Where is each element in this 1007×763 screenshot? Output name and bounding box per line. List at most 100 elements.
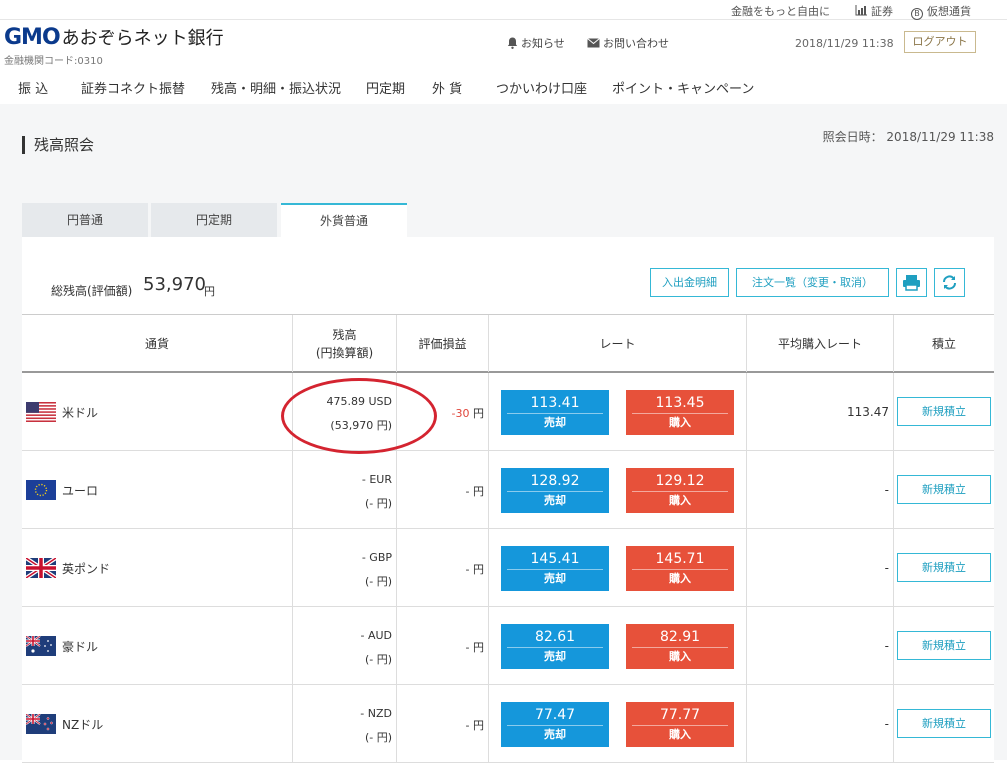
balance-amount: - GBP (361, 551, 392, 564)
uk-flag-icon (26, 558, 56, 578)
order-list-button[interactable]: 注文一覧（変更・取消） (736, 268, 889, 297)
avg-rate-value: - (884, 561, 889, 575)
refresh-icon (942, 275, 957, 290)
profit-loss-cell: - 円 (397, 529, 489, 606)
sell-label: 売却 (544, 728, 566, 741)
currency-name: 米ドル (62, 406, 99, 420)
nav-points-campaign[interactable]: ポイント・キャンペーン (612, 78, 754, 97)
currency-cell: ユーロ (22, 451, 293, 528)
avg-rate-cell: - (747, 607, 894, 684)
currency-name: 英ポンド (62, 562, 111, 576)
buy-button[interactable]: 82.91 購入 (626, 624, 734, 669)
profit-loss-number: -30 (451, 407, 470, 420)
tab-foreign-ordinary[interactable]: 外貨普通 (281, 203, 407, 237)
buy-button[interactable]: 113.45 購入 (626, 390, 734, 435)
contact-link[interactable]: お問い合わせ (587, 35, 669, 51)
col-currency: 通貨 (22, 315, 293, 372)
sell-rate: 82.61 (507, 624, 603, 648)
savings-cell: 新規積立 (894, 607, 994, 684)
col-balance-line1: 残高 (332, 327, 357, 342)
avg-rate-value: - (884, 483, 889, 497)
tab-yen-time-deposit[interactable]: 円定期 (151, 203, 277, 237)
avg-rate-cell: 113.47 (747, 373, 894, 450)
avg-rate-value: - (884, 639, 889, 653)
bank-logo[interactable]: GMO あおぞらネット銀行 (4, 24, 224, 50)
nav-foreign-currency[interactable]: 外 貨 (432, 78, 462, 97)
mail-icon (587, 38, 600, 48)
profit-loss-unit: 円 (469, 719, 484, 732)
profit-loss-unit: 円 (469, 407, 484, 420)
sell-button[interactable]: 128.92 売却 (501, 468, 609, 513)
sell-button[interactable]: 82.61 売却 (501, 624, 609, 669)
new-savings-button[interactable]: 新規積立 (897, 475, 991, 504)
total-balance-label: 総残高(評価額) (51, 284, 133, 298)
transaction-details-button[interactable]: 入出金明細 (650, 268, 729, 297)
print-button[interactable] (896, 268, 927, 297)
rate-cell: 82.61 売却 82.91 購入 (489, 607, 747, 684)
new-savings-button[interactable]: 新規積立 (897, 397, 991, 426)
nav-balance-details[interactable]: 残高・明細・振込状況 (211, 78, 341, 97)
bell-icon (507, 37, 518, 49)
total-balance-value: 53,970 (143, 274, 206, 295)
profit-loss-unit: 円 (469, 485, 484, 498)
sell-label: 売却 (544, 416, 566, 429)
new-savings-button[interactable]: 新規積立 (897, 709, 991, 738)
chart-icon (855, 5, 867, 16)
new-savings-button[interactable]: 新規積立 (897, 631, 991, 660)
logout-button[interactable]: ログアウト (904, 31, 976, 53)
logo-mark: GMO (4, 25, 61, 50)
tagline-link[interactable]: 金融をもっと自由に (731, 3, 830, 19)
sell-rate: 128.92 (507, 468, 603, 492)
avg-rate-value: - (884, 717, 889, 731)
contact-label: お問い合わせ (603, 37, 669, 50)
new-savings-button[interactable]: 新規積立 (897, 553, 991, 582)
crypto-label: 仮想通貨 (927, 5, 971, 18)
buy-button[interactable]: 129.12 購入 (626, 468, 734, 513)
sell-button[interactable]: 145.41 売却 (501, 546, 609, 591)
main-nav: 振 込 証券コネクト振替 残高・明細・振込状況 円定期 外 貨 つかいわけ口座 … (0, 70, 1007, 104)
profit-loss-cell: - 円 (397, 607, 489, 684)
eu-flag-icon (26, 480, 56, 500)
nav-yen-deposit[interactable]: 円定期 (366, 78, 405, 97)
sell-label: 売却 (544, 494, 566, 507)
table-header: 通貨 残高 (円換算額) 評価損益 レート 平均購入レート 積立 (22, 314, 994, 373)
nav-transfer[interactable]: 振 込 (18, 78, 48, 97)
refresh-button[interactable] (934, 268, 965, 297)
printer-icon (903, 275, 920, 291)
securities-link[interactable]: 証券 (855, 3, 893, 19)
currency-name: 豪ドル (62, 640, 99, 654)
buy-button[interactable]: 145.71 購入 (626, 546, 734, 591)
rate-cell: 145.41 売却 145.71 購入 (489, 529, 747, 606)
buy-label: 購入 (669, 494, 691, 507)
currency-cell: 米ドル (22, 373, 293, 450)
notifications-link[interactable]: お知らせ (507, 35, 565, 51)
buy-label: 購入 (669, 572, 691, 585)
nav-sub-accounts[interactable]: つかいわけ口座 (496, 78, 587, 97)
currency-cell: NZドル (22, 685, 293, 762)
sell-button[interactable]: 77.47 売却 (501, 702, 609, 747)
col-profit-loss: 評価損益 (397, 315, 489, 372)
buy-rate: 82.91 (632, 624, 728, 648)
currency-name: ユーロ (62, 484, 99, 498)
rate-cell: 77.47 売却 77.77 購入 (489, 685, 747, 762)
tab-yen-ordinary[interactable]: 円普通 (22, 203, 148, 237)
savings-cell: 新規積立 (894, 373, 994, 450)
main-content: 残高照会 照会日時： 2018/11/29 11:38 円普通 円定期 外貨普通… (0, 104, 1007, 763)
highlight-annotation-circle (281, 378, 437, 454)
sell-label: 売却 (544, 650, 566, 663)
nav-securities-connect[interactable]: 証券コネクト振替 (81, 78, 185, 97)
buy-label: 購入 (669, 416, 691, 429)
currency-row: NZドル - NZD (- 円) - 円 77.47 売却 77.77 購入 -… (22, 685, 994, 763)
total-balance-unit: 円 (204, 285, 215, 298)
buy-rate: 113.45 (632, 390, 728, 414)
crypto-link[interactable]: B 仮想通貨 (911, 3, 971, 20)
securities-label: 証券 (871, 5, 893, 18)
currency-row: 英ポンド - GBP (- 円) - 円 145.41 売却 145.71 購入… (22, 529, 994, 607)
buy-label: 購入 (669, 728, 691, 741)
profit-loss-unit: 円 (469, 641, 484, 654)
sell-button[interactable]: 113.41 売却 (501, 390, 609, 435)
buy-button[interactable]: 77.77 購入 (626, 702, 734, 747)
currency-cell: 英ポンド (22, 529, 293, 606)
currency-name: NZドル (62, 718, 104, 732)
sell-label: 売却 (544, 572, 566, 585)
